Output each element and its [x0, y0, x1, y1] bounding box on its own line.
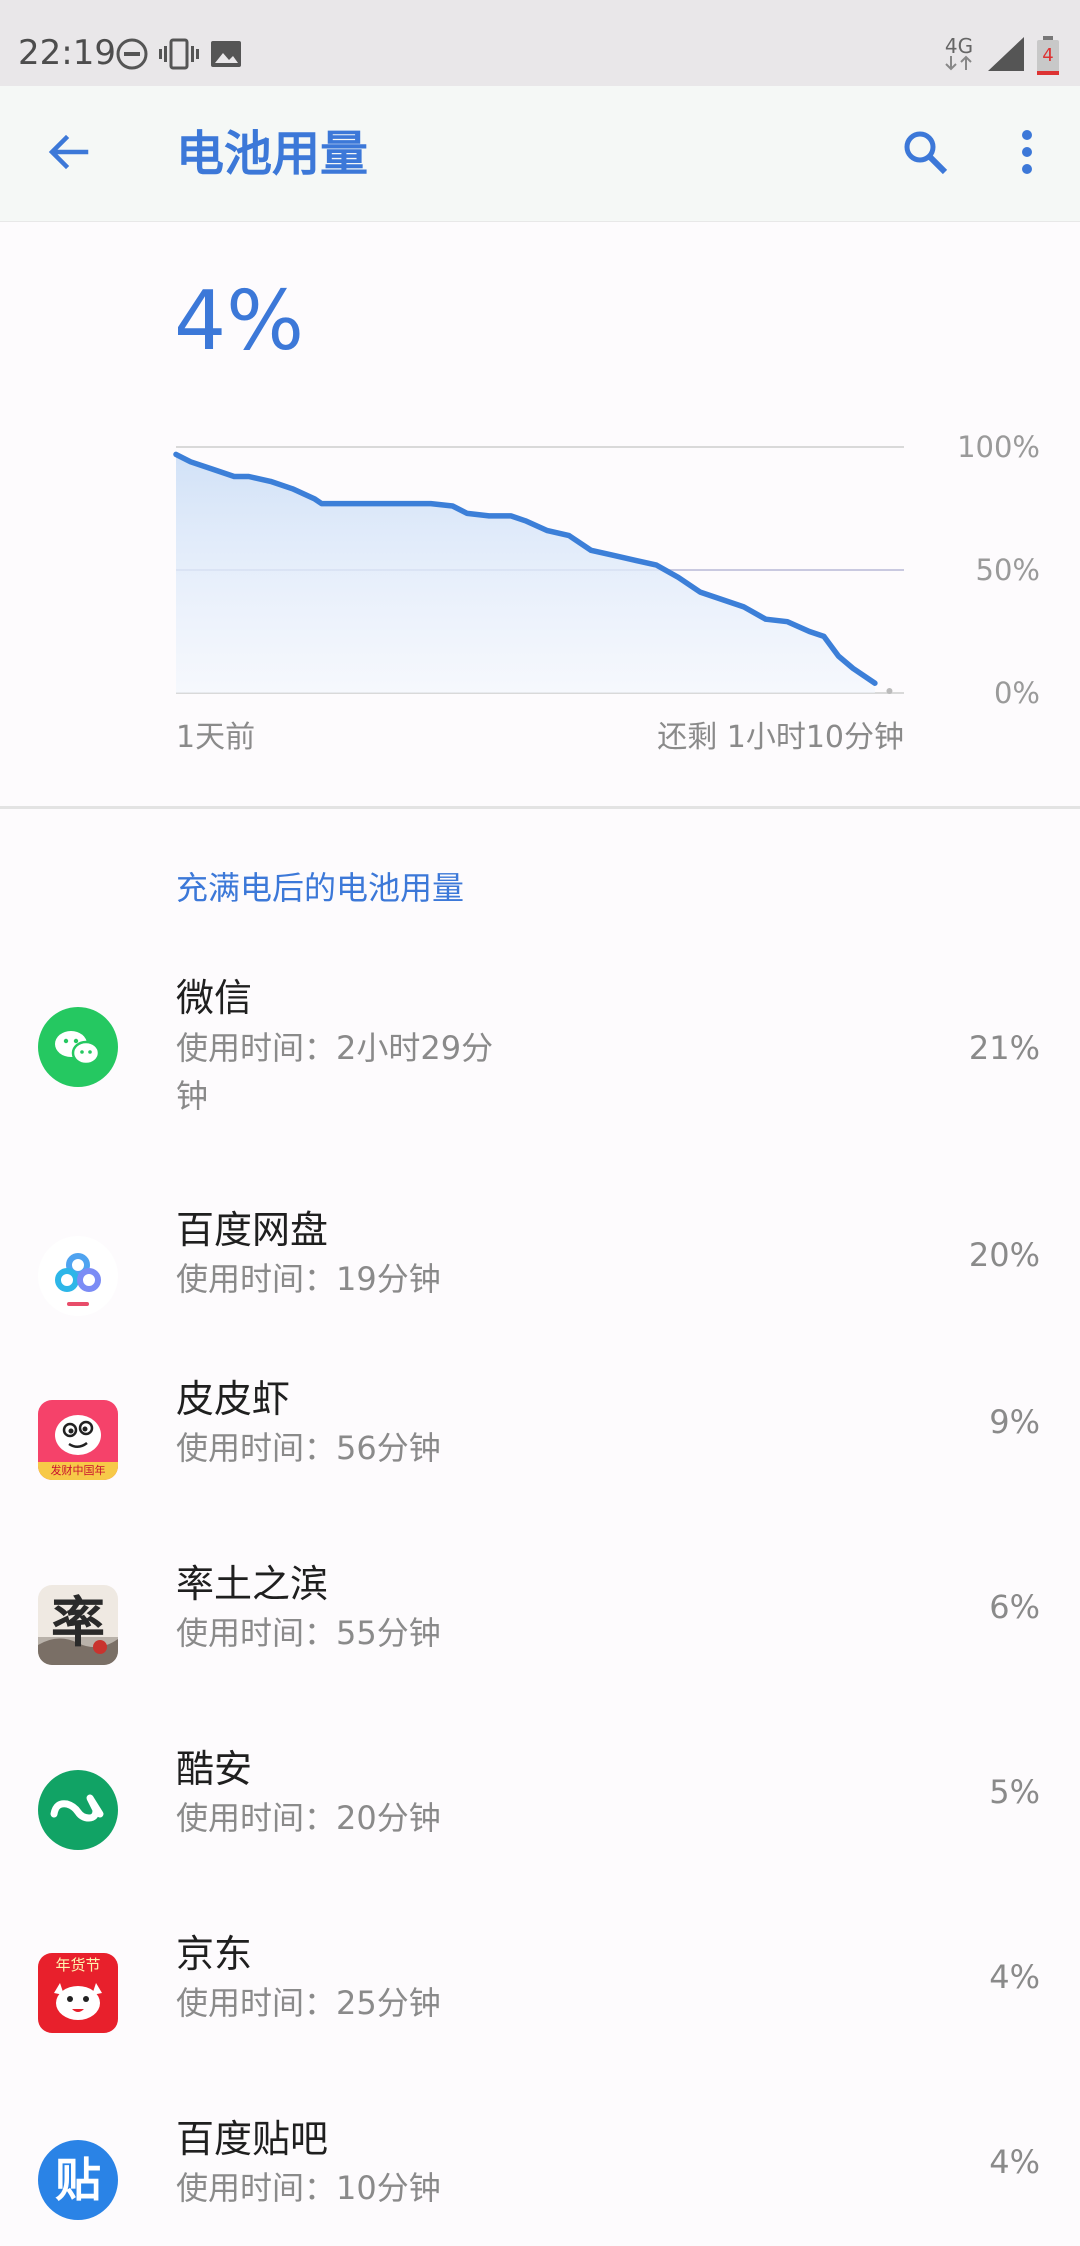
usage-label: 使用时间：: [176, 1260, 337, 1298]
app-item-coolapk[interactable]: 酷安 使用时间：20分钟 5%: [0, 1747, 1080, 1920]
chart-end-dot: [886, 688, 893, 694]
app-percent: 21%: [968, 1029, 1040, 1067]
baidu-tieba-icon: 贴: [38, 2140, 118, 2220]
app-percent: 6%: [989, 1588, 1040, 1626]
image-icon: [208, 36, 244, 76]
usage-value: 10分钟: [336, 2169, 441, 2207]
more-vert-icon: [1022, 130, 1032, 174]
usage-value: 56分钟: [336, 1429, 441, 1467]
app-usage: 使用时间：19分钟: [176, 1255, 516, 1303]
app-usage: 使用时间：25分钟: [176, 1979, 516, 2027]
back-button[interactable]: [36, 120, 100, 184]
usage-value: 25分钟: [336, 1984, 441, 2022]
app-name: 率土之滨: [176, 1562, 329, 1606]
status-time: 22:19: [18, 33, 116, 73]
app-percent: 20%: [968, 1236, 1040, 1274]
app-usage: 使用时间：56分钟: [176, 1424, 516, 1472]
app-item-shuaitu[interactable]: 率 率土之滨 使用时间：55分钟 6%: [0, 1562, 1080, 1735]
app-percent: 4%: [989, 2143, 1040, 2181]
tieba-icon-caption: 贴: [55, 2153, 101, 2207]
battery-history-chart: 100% 50% 0% 1天前 还剩 1小时10分钟: [0, 420, 1080, 760]
status-icons-left: [114, 38, 244, 74]
usage-value: 19分钟: [336, 1260, 441, 1298]
battery-chart-svg: 100% 50% 0%: [173, 430, 1040, 710]
usage-label: 使用时间：: [176, 1799, 337, 1837]
battery-level-label: 4: [1042, 45, 1054, 66]
app-usage: 使用时间：2小时29分钟: [176, 1024, 516, 1120]
app-name: 京东: [176, 1932, 253, 1976]
chart-end-label: 还剩 1小时10分钟: [657, 720, 904, 755]
wechat-icon: [38, 1007, 118, 1087]
usage-label: 使用时间：: [176, 2169, 337, 2207]
app-item-wechat[interactable]: 微信 使用时间：2小时29分钟 21%: [0, 960, 1080, 1180]
chart-start-label: 1天前: [176, 720, 256, 755]
battery-percent: 4%: [174, 274, 305, 369]
usage-label: 使用时间：: [176, 1984, 337, 2022]
app-bar: 电池用量: [0, 86, 1080, 222]
app-name: 酷安: [176, 1747, 253, 1791]
y-tick-label: 100%: [957, 430, 1040, 464]
jd-icon: 年货节: [38, 1953, 118, 2033]
usage-value: 20分钟: [336, 1799, 441, 1837]
pipixia-icon-caption: 发财中国年: [50, 1464, 106, 1477]
jd-icon-caption: 年货节: [55, 1956, 101, 1974]
signal-icon: [986, 35, 1026, 77]
app-name: 微信: [176, 976, 253, 1020]
app-percent: 4%: [989, 1958, 1040, 1996]
vibrate-icon: [158, 36, 200, 76]
network-arrows-icon: [942, 55, 976, 75]
app-item-baidu-netdisk[interactable]: 百度网盘 使用时间：19分钟 20%: [0, 1195, 1080, 1365]
usage-label: 使用时间：: [176, 1429, 337, 1467]
app-usage: 使用时间：20分钟: [176, 1794, 516, 1842]
app-percent: 5%: [989, 1773, 1040, 1811]
shuaitu-icon-caption: 率: [51, 1590, 105, 1654]
arrow-left-icon: [48, 134, 89, 170]
baidu-netdisk-icon: [38, 1236, 118, 1316]
search-icon: [904, 131, 948, 175]
y-tick-label: 50%: [976, 553, 1040, 587]
status-icons-right: 4G 4: [942, 34, 1060, 78]
usage-label: 使用时间：: [176, 1614, 337, 1652]
more-options-button[interactable]: [1000, 120, 1054, 184]
pipixia-icon: 发财中国年: [38, 1400, 118, 1480]
page-title: 电池用量: [176, 126, 369, 182]
app-item-pipixia[interactable]: 发财中国年 皮皮虾 使用时间：56分钟 9%: [0, 1377, 1080, 1550]
app-name: 百度网盘: [176, 1208, 329, 1252]
app-usage: 使用时间：10分钟: [176, 2164, 516, 2212]
app-item-baidu-tieba[interactable]: 贴 百度贴吧 使用时间：10分钟 4%: [0, 2117, 1080, 2246]
network-type-label: 4G: [944, 34, 974, 58]
battery-icon: 4: [1036, 36, 1060, 76]
shuaitu-icon: 率: [38, 1585, 118, 1665]
status-bar: 22:19 4G 4: [0, 0, 1080, 86]
usage-value: 55分钟: [336, 1614, 441, 1652]
app-name: 百度贴吧: [176, 2117, 329, 2161]
usage-label: 使用时间：: [176, 1029, 337, 1067]
section-divider: [0, 806, 1080, 809]
y-tick-label: 0%: [994, 676, 1040, 710]
coolapk-icon: [38, 1770, 118, 1850]
section-title: 充满电后的电池用量: [176, 869, 465, 907]
app-item-jd[interactable]: 年货节 京东 使用时间：25分钟 4%: [0, 1932, 1080, 2105]
app-percent: 9%: [989, 1403, 1040, 1441]
search-button[interactable]: [893, 120, 957, 184]
network-indicator: 4G: [942, 34, 976, 75]
dnd-icon: [114, 36, 150, 76]
battery-area: [176, 454, 875, 693]
app-name: 皮皮虾: [176, 1377, 291, 1421]
app-usage: 使用时间：55分钟: [176, 1609, 516, 1657]
